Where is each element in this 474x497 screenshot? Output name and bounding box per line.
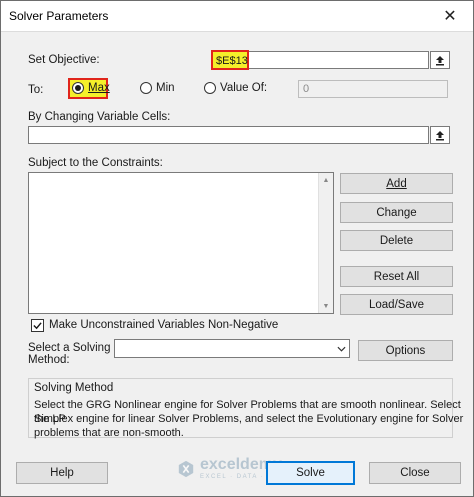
title-divider	[1, 31, 473, 32]
range-select-icon	[436, 130, 444, 140]
load-save-button-label: Load/Save	[369, 298, 424, 311]
change-button-label: Change	[376, 206, 417, 219]
nonnegative-checkbox[interactable]	[31, 319, 44, 332]
objective-range-button[interactable]	[430, 51, 450, 69]
solving-method-text-3: problems that are non-smooth.	[34, 427, 184, 439]
reset-all-button[interactable]: Reset All	[340, 266, 453, 287]
close-button-label: Close	[400, 467, 430, 479]
delete-button-label: Delete	[379, 234, 414, 247]
changing-cells-input[interactable]	[28, 126, 429, 144]
objective-highlight: $E$13	[211, 50, 249, 70]
constraints-list[interactable]: ▲ ▼	[28, 172, 334, 314]
checkmark-icon	[33, 322, 42, 330]
set-objective-value: $E$13	[216, 55, 248, 67]
close-icon[interactable]: ✕	[427, 1, 473, 31]
chevron-down-icon[interactable]	[333, 340, 349, 357]
exceldemy-logo-icon	[178, 460, 194, 478]
radio-min-label: Min	[156, 82, 175, 94]
radio-value-of[interactable]: Value Of:	[204, 82, 267, 94]
scroll-up-icon[interactable]: ▲	[319, 173, 333, 187]
nonnegative-label: Make Unconstrained Variables Non-Negativ…	[49, 319, 279, 331]
changing-cells-label: By Changing Variable Cells:	[28, 111, 171, 123]
radio-max-circle[interactable]	[72, 82, 84, 94]
delete-button[interactable]: Delete	[340, 230, 453, 251]
set-objective-label: Set Objective:	[28, 54, 100, 66]
solving-method-select[interactable]	[114, 339, 350, 358]
change-button[interactable]: Change	[340, 202, 453, 223]
help-button-label: Help	[50, 467, 74, 479]
changing-cells-range-button[interactable]	[430, 126, 450, 144]
radio-max[interactable]: Max	[72, 82, 110, 94]
radio-selected-dot	[75, 85, 81, 91]
options-button-label: Options	[385, 344, 426, 357]
range-select-icon	[436, 55, 444, 65]
radio-value-of-label: Value Of:	[220, 82, 268, 94]
method-label-line2: Method:	[28, 354, 70, 366]
solving-method-text-2: Simplex engine for linear Solver Problem…	[34, 413, 464, 425]
radio-max-label: Max	[88, 82, 110, 94]
solve-button[interactable]: Solve	[266, 461, 355, 485]
reset-all-button-label: Reset All	[373, 270, 420, 283]
title-bar: Solver Parameters ✕	[1, 1, 473, 31]
add-button-label: Add	[386, 177, 407, 190]
radio-min-circle[interactable]	[140, 82, 152, 94]
solver-parameters-dialog: Solver Parameters ✕ Set Objective: $E$13…	[0, 0, 474, 497]
window-title: Solver Parameters	[9, 9, 109, 23]
value-of-input[interactable]: 0	[298, 80, 448, 98]
to-label: To:	[28, 84, 44, 96]
solving-method-title: Solving Method	[34, 382, 114, 394]
radio-value-of-circle[interactable]	[204, 82, 216, 94]
scroll-down-icon[interactable]: ▼	[319, 299, 333, 313]
help-button[interactable]: Help	[16, 462, 108, 484]
add-button[interactable]: Add	[340, 173, 453, 194]
constraints-scrollbar[interactable]: ▲ ▼	[318, 173, 333, 313]
solve-button-label: Solve	[296, 467, 325, 479]
load-save-button[interactable]: Load/Save	[340, 294, 453, 315]
options-button[interactable]: Options	[358, 340, 453, 361]
radio-min[interactable]: Min	[140, 82, 175, 94]
close-button[interactable]: Close	[369, 462, 461, 484]
method-label-line1: Select a Solving	[28, 342, 111, 354]
constraints-label: Subject to the Constraints:	[28, 157, 163, 169]
